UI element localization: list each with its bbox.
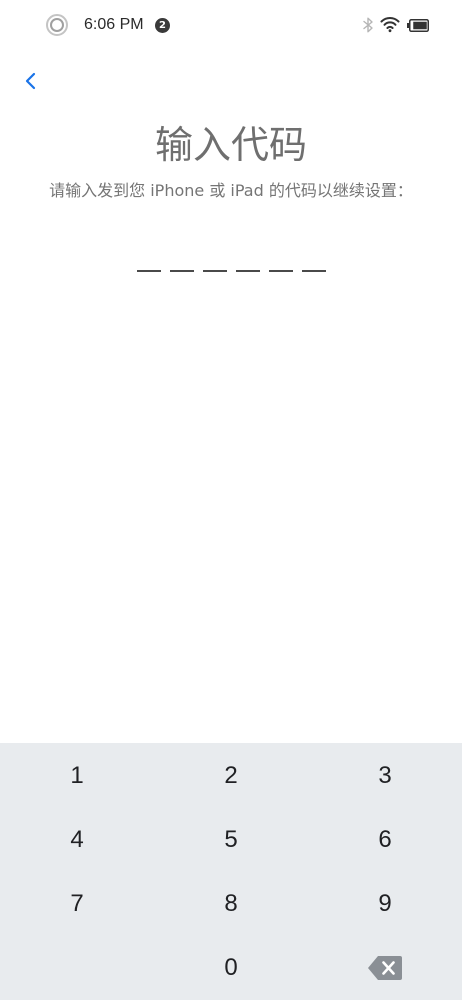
- back-button[interactable]: [16, 66, 46, 96]
- key-7[interactable]: 7: [0, 872, 154, 936]
- page-title: 输入代码: [154, 123, 307, 167]
- chevron-left-icon: [25, 72, 36, 90]
- code-digit-slot: [235, 244, 260, 272]
- code-input[interactable]: [121, 244, 341, 274]
- code-digit-slot: [268, 244, 293, 272]
- key-6[interactable]: 6: [308, 808, 462, 872]
- key-2[interactable]: 2: [154, 744, 308, 808]
- keypad-row: 0: [0, 936, 462, 1000]
- key-0[interactable]: 0: [154, 936, 308, 1000]
- key-1[interactable]: 1: [0, 744, 154, 808]
- key-8[interactable]: 8: [154, 872, 308, 936]
- page-subtitle: 请输入发到您 iPhone 或 iPad 的代码以继续设置：: [49, 181, 413, 200]
- screen-record-icon: [46, 14, 68, 36]
- screen: 6:06 PM 2 输入代码 请输入发到您 iPhone 或 iPad 的代码以…: [0, 0, 462, 1000]
- status-bar: 6:06 PM 2: [0, 0, 462, 50]
- backspace-icon: [368, 956, 402, 980]
- code-digit-slot: [136, 244, 161, 272]
- key-3[interactable]: 3: [308, 744, 462, 808]
- backspace-key[interactable]: [308, 936, 462, 1000]
- numeric-keypad: 1 2 3 4 5 6 7 8 9 0: [0, 743, 462, 1000]
- keypad-row: 7 8 9: [0, 872, 462, 936]
- status-time: 6:06 PM: [84, 16, 144, 33]
- bluetooth-icon: [362, 17, 374, 33]
- key-5[interactable]: 5: [154, 808, 308, 872]
- key-blank: [0, 936, 154, 1000]
- code-digit-slot: [202, 244, 227, 272]
- keypad-row: 4 5 6: [0, 808, 462, 872]
- battery-icon: [407, 19, 429, 32]
- code-digit-slot: [169, 244, 194, 272]
- keypad-row: 1 2 3: [0, 744, 462, 808]
- wifi-icon: [380, 16, 400, 33]
- battery-level-fill: [413, 21, 427, 30]
- key-4[interactable]: 4: [0, 808, 154, 872]
- notification-badge: 2: [155, 18, 170, 33]
- key-9[interactable]: 9: [308, 872, 462, 936]
- code-digit-slot: [301, 244, 326, 272]
